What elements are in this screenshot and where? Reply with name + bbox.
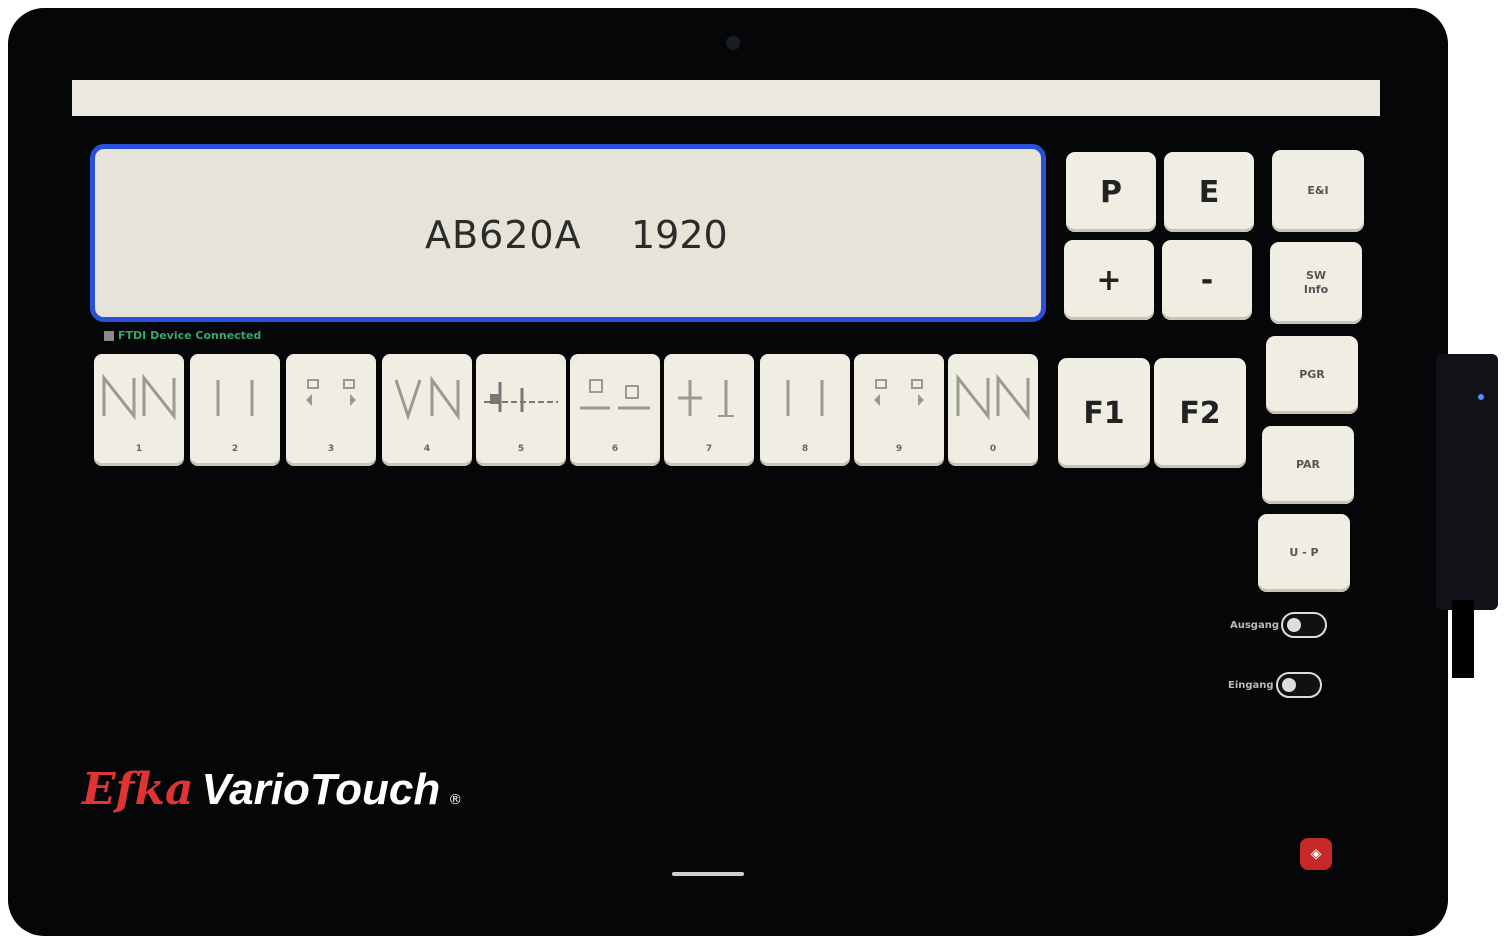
stitch-key-1[interactable]: 1 xyxy=(94,354,184,466)
program-code: AB620A xyxy=(425,213,582,257)
par-button[interactable]: PAR xyxy=(1262,426,1354,504)
connection-status: FTDI Device Connected xyxy=(104,329,261,342)
minus-button[interactable]: - xyxy=(1162,240,1252,320)
straight-bars-icon xyxy=(216,380,254,416)
stitch-key-2[interactable]: 2 xyxy=(190,354,280,466)
stitch-key-label: 0 xyxy=(989,444,997,454)
stitch-key-7[interactable]: 7 xyxy=(664,354,754,466)
e-button[interactable]: E xyxy=(1164,152,1254,232)
input-toggle-label: Eingang xyxy=(1228,679,1274,691)
plus-button[interactable]: + xyxy=(1064,240,1154,320)
u-p-button[interactable]: U - P xyxy=(1258,514,1350,592)
stitch-key-8[interactable]: 8 xyxy=(760,354,850,466)
stitch-key-label: 8 xyxy=(801,444,809,454)
stitch-key-label: 9 xyxy=(895,444,903,454)
stitch-key-label: 7 xyxy=(705,444,713,454)
f1-button[interactable]: F1 xyxy=(1058,358,1150,468)
straight-bars-icon xyxy=(786,380,824,416)
status-indicator-icon xyxy=(104,330,114,341)
stitch-key-label: 5 xyxy=(517,444,525,454)
stitch-key-9[interactable]: 9 xyxy=(854,354,944,466)
front-camera xyxy=(726,36,740,50)
stitch-key-label: 3 xyxy=(327,444,335,454)
main-display: AB620A 1920 xyxy=(90,144,1046,322)
stitch-key-5[interactable]: 5 xyxy=(476,354,566,466)
presser-foot-arrows-icon xyxy=(306,379,356,406)
usb-adapter xyxy=(1436,354,1498,610)
zigzag-stitch-icon xyxy=(956,373,1030,421)
thread-trim-icon xyxy=(580,379,650,410)
registered-mark: ® xyxy=(448,792,463,808)
usb-cable xyxy=(1452,600,1474,678)
sw-info-label-line2: Info xyxy=(1303,283,1329,296)
pgr-button[interactable]: PGR xyxy=(1266,336,1358,414)
f2-button[interactable]: F2 xyxy=(1154,358,1246,468)
toggle-knob xyxy=(1287,618,1301,632)
brand-product: VarioTouch xyxy=(201,765,441,814)
p-button[interactable]: P xyxy=(1066,152,1156,232)
output-toggle-label: Ausgang xyxy=(1230,619,1279,631)
brand-maker: Efka xyxy=(82,764,194,815)
reverse-zigzag-icon xyxy=(394,375,460,421)
connection-status-text: FTDI Device Connected xyxy=(118,329,262,342)
tablet-frame: AB620A 1920 FTDI Device Connected P E + … xyxy=(8,8,1448,936)
stitch-key-label: 4 xyxy=(423,444,431,454)
presser-foot-arrows-icon xyxy=(874,379,924,406)
stitch-key-label: 6 xyxy=(611,444,619,454)
e-and-i-button[interactable]: E&I xyxy=(1272,150,1364,232)
bartack-icon xyxy=(484,382,558,412)
top-status-bar xyxy=(72,80,1380,116)
display-value: 1920 xyxy=(631,213,728,257)
stitch-key-0[interactable]: 0 xyxy=(948,354,1038,466)
output-toggle-row: Ausgang xyxy=(1230,612,1327,638)
stitch-key-6[interactable]: 6 xyxy=(570,354,660,466)
toggle-knob xyxy=(1281,678,1296,692)
home-indicator[interactable] xyxy=(672,872,744,876)
sw-info-label-line1: SW xyxy=(1305,269,1327,282)
usb-led-icon xyxy=(1478,394,1484,400)
app-shortcut-icon[interactable]: ◈ xyxy=(1300,838,1332,870)
brand-logo: Efka VarioTouch ® xyxy=(82,764,462,815)
stitch-key-3[interactable]: 3 xyxy=(286,354,376,466)
needle-position-icon xyxy=(678,380,734,417)
stitch-key-4[interactable]: 4 xyxy=(382,354,472,466)
stitch-key-label: 1 xyxy=(135,444,143,454)
input-toggle[interactable] xyxy=(1275,672,1322,698)
input-toggle-row: Eingang xyxy=(1228,672,1322,698)
zigzag-stitch-icon xyxy=(102,373,176,421)
output-toggle[interactable] xyxy=(1281,612,1327,638)
sw-info-button[interactable]: SW Info xyxy=(1270,242,1362,324)
stitch-key-label: 2 xyxy=(231,444,239,454)
